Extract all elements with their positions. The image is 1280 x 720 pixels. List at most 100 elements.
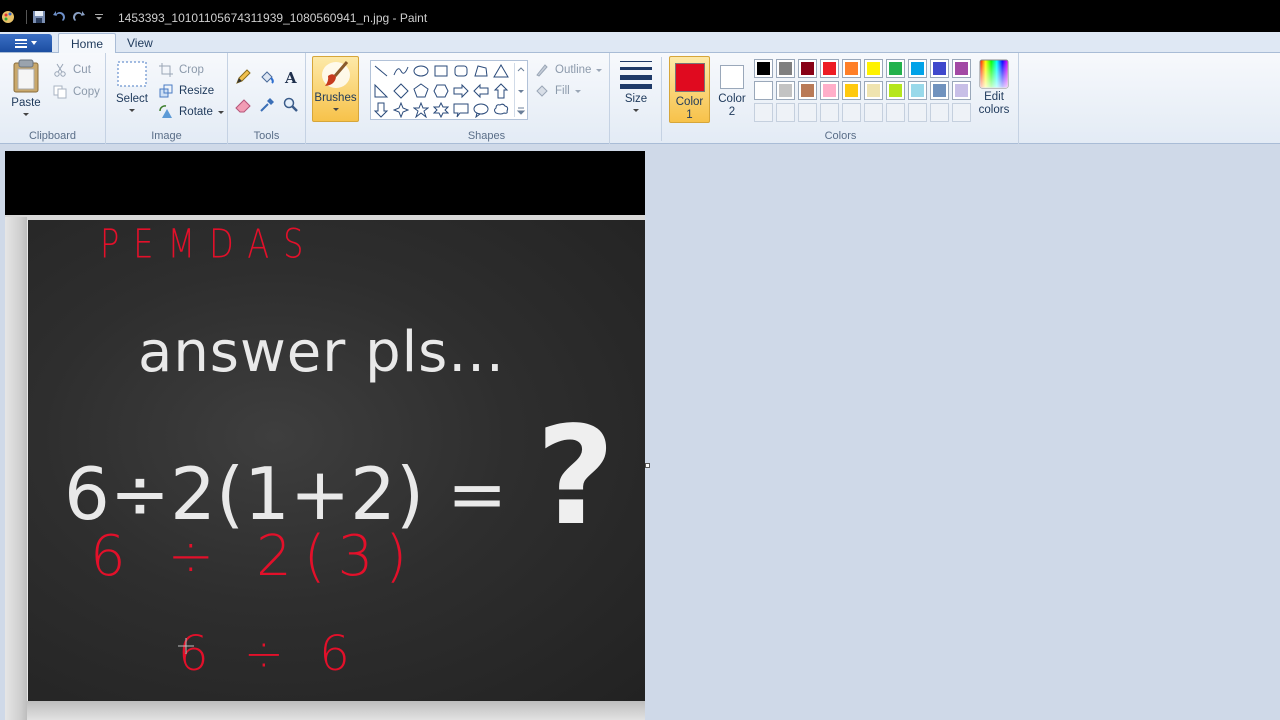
magnifier-icon[interactable] xyxy=(281,95,301,115)
paint-menu-button[interactable] xyxy=(0,34,52,52)
palette-color-swatch[interactable] xyxy=(842,81,861,100)
quick-access-toolbar xyxy=(0,8,111,26)
copy-button[interactable]: Copy xyxy=(52,84,100,100)
crop-button[interactable]: Crop xyxy=(158,62,204,78)
palette-custom-color-slot[interactable] xyxy=(952,103,971,122)
rotate-button[interactable]: Rotate xyxy=(158,104,224,120)
resize-button[interactable]: Resize xyxy=(158,83,214,99)
color-2-label-line2: 2 xyxy=(728,106,736,118)
rectangular-callout-shape-icon[interactable] xyxy=(452,101,470,119)
save-icon[interactable] xyxy=(31,9,47,25)
palette-color-swatch[interactable] xyxy=(886,59,905,78)
palette-color-swatch[interactable] xyxy=(908,59,927,78)
tab-home[interactable]: Home xyxy=(58,33,117,54)
palette-color-swatch[interactable] xyxy=(798,59,817,78)
palette-custom-color-slot[interactable] xyxy=(754,103,773,122)
right-triangle-shape-icon[interactable] xyxy=(372,82,390,100)
rounded-rectangle-shape-icon[interactable] xyxy=(452,62,470,80)
palette-custom-color-slot[interactable] xyxy=(908,103,927,122)
palette-custom-color-slot[interactable] xyxy=(930,103,949,122)
rotate-icon xyxy=(158,104,174,120)
palette-color-swatch[interactable] xyxy=(754,81,773,100)
chevron-down-icon xyxy=(23,113,29,116)
right-arrow-shape-icon[interactable] xyxy=(452,82,470,100)
outline-button[interactable]: Outline xyxy=(534,62,603,78)
ribbon: Paste Cut Copy Clipboard Select Crop Res… xyxy=(0,53,1280,144)
palette-custom-color-slot[interactable] xyxy=(798,103,817,122)
crosshair-cursor-icon xyxy=(178,638,194,654)
palette-color-swatch[interactable] xyxy=(952,59,971,78)
select-label: Select xyxy=(116,93,148,105)
cut-button[interactable]: Cut xyxy=(52,62,91,78)
palette-color-swatch[interactable] xyxy=(908,81,927,100)
eraser-icon[interactable] xyxy=(233,95,253,115)
palette-custom-color-slot[interactable] xyxy=(842,103,861,122)
palette-custom-color-slot[interactable] xyxy=(886,103,905,122)
color-2-swatch xyxy=(720,65,744,89)
curve-shape-icon[interactable] xyxy=(392,62,410,80)
palette-color-swatch[interactable] xyxy=(820,81,839,100)
line-shape-icon[interactable] xyxy=(372,62,390,80)
down-arrow-shape-icon[interactable] xyxy=(372,101,390,119)
customize-qat-icon[interactable] xyxy=(91,9,107,25)
tab-view[interactable]: View xyxy=(115,33,165,54)
paste-button[interactable]: Paste xyxy=(8,59,44,116)
oval-shape-icon[interactable] xyxy=(412,62,430,80)
palette-color-swatch[interactable] xyxy=(864,59,883,78)
triangle-shape-icon[interactable] xyxy=(492,62,510,80)
rectangle-shape-icon[interactable] xyxy=(432,62,450,80)
crop-icon xyxy=(158,62,174,78)
palette-color-swatch[interactable] xyxy=(930,81,949,100)
text-tool-icon[interactable]: A xyxy=(281,67,301,87)
select-button[interactable]: Select xyxy=(114,59,150,112)
up-arrow-shape-icon[interactable] xyxy=(492,82,510,100)
palette-custom-color-slot[interactable] xyxy=(820,103,839,122)
shapes-group-label: Shapes xyxy=(467,130,506,142)
menu-icon xyxy=(15,38,27,48)
palette-color-swatch[interactable] xyxy=(842,59,861,78)
diamond-shape-icon[interactable] xyxy=(392,82,410,100)
rotate-label: Rotate xyxy=(179,106,213,118)
six-point-star-shape-icon[interactable] xyxy=(432,101,450,119)
pentagon-shape-icon[interactable] xyxy=(412,82,430,100)
tools-group-label: Tools xyxy=(253,130,280,142)
fill-bucket-icon[interactable] xyxy=(257,67,277,87)
four-point-star-shape-icon[interactable] xyxy=(392,101,410,119)
palette-color-swatch[interactable] xyxy=(754,59,773,78)
palette-custom-color-slot[interactable] xyxy=(864,103,883,122)
pencil-icon[interactable] xyxy=(233,67,253,87)
palette-color-swatch[interactable] xyxy=(820,59,839,78)
cloud-callout-shape-icon[interactable] xyxy=(492,101,510,119)
oval-callout-shape-icon[interactable] xyxy=(472,101,490,119)
left-arrow-shape-icon[interactable] xyxy=(472,82,490,100)
palette-color-swatch[interactable] xyxy=(776,59,795,78)
palette-color-swatch[interactable] xyxy=(798,81,817,100)
palette-color-swatch[interactable] xyxy=(864,81,883,100)
drawing-canvas[interactable]: answer pls... 6÷2(1+2) = ? PEMDAS 6 ÷ 2(… xyxy=(5,151,645,720)
edit-colors-button[interactable]: Edit colors xyxy=(975,59,1013,117)
palette-color-swatch[interactable] xyxy=(886,81,905,100)
five-point-star-shape-icon[interactable] xyxy=(412,101,430,119)
brushes-button[interactable]: Brushes xyxy=(312,56,359,122)
polygon-shape-icon[interactable] xyxy=(472,62,490,80)
palette-color-swatch[interactable] xyxy=(952,81,971,100)
palette-custom-color-slot[interactable] xyxy=(776,103,795,122)
shapes-gallery-scroll[interactable] xyxy=(514,63,526,117)
palette-color-swatch[interactable] xyxy=(930,59,949,78)
outline-pen-icon xyxy=(534,62,550,78)
redo-icon[interactable] xyxy=(71,9,87,25)
colors-group-label: Colors xyxy=(824,130,857,142)
size-button[interactable]: Size xyxy=(616,59,656,112)
hexagon-shape-icon[interactable] xyxy=(432,82,450,100)
window-title: 1453393_10101105674311939_1080560941_n.j… xyxy=(118,11,428,25)
fill-button[interactable]: Fill xyxy=(534,83,581,99)
chalkboard-image: answer pls... 6÷2(1+2) = ? PEMDAS 6 ÷ 2(… xyxy=(28,220,645,701)
color-1-button[interactable]: Color 1 xyxy=(669,56,710,123)
color-picker-icon[interactable] xyxy=(257,95,277,115)
paint-app-icon[interactable] xyxy=(0,9,18,25)
palette-color-swatch[interactable] xyxy=(776,81,795,100)
canvas-resize-handle[interactable] xyxy=(645,463,650,468)
chalk-heading: answer pls... xyxy=(138,320,505,385)
color-2-button[interactable]: Color 2 xyxy=(713,56,751,123)
undo-icon[interactable] xyxy=(51,9,67,25)
